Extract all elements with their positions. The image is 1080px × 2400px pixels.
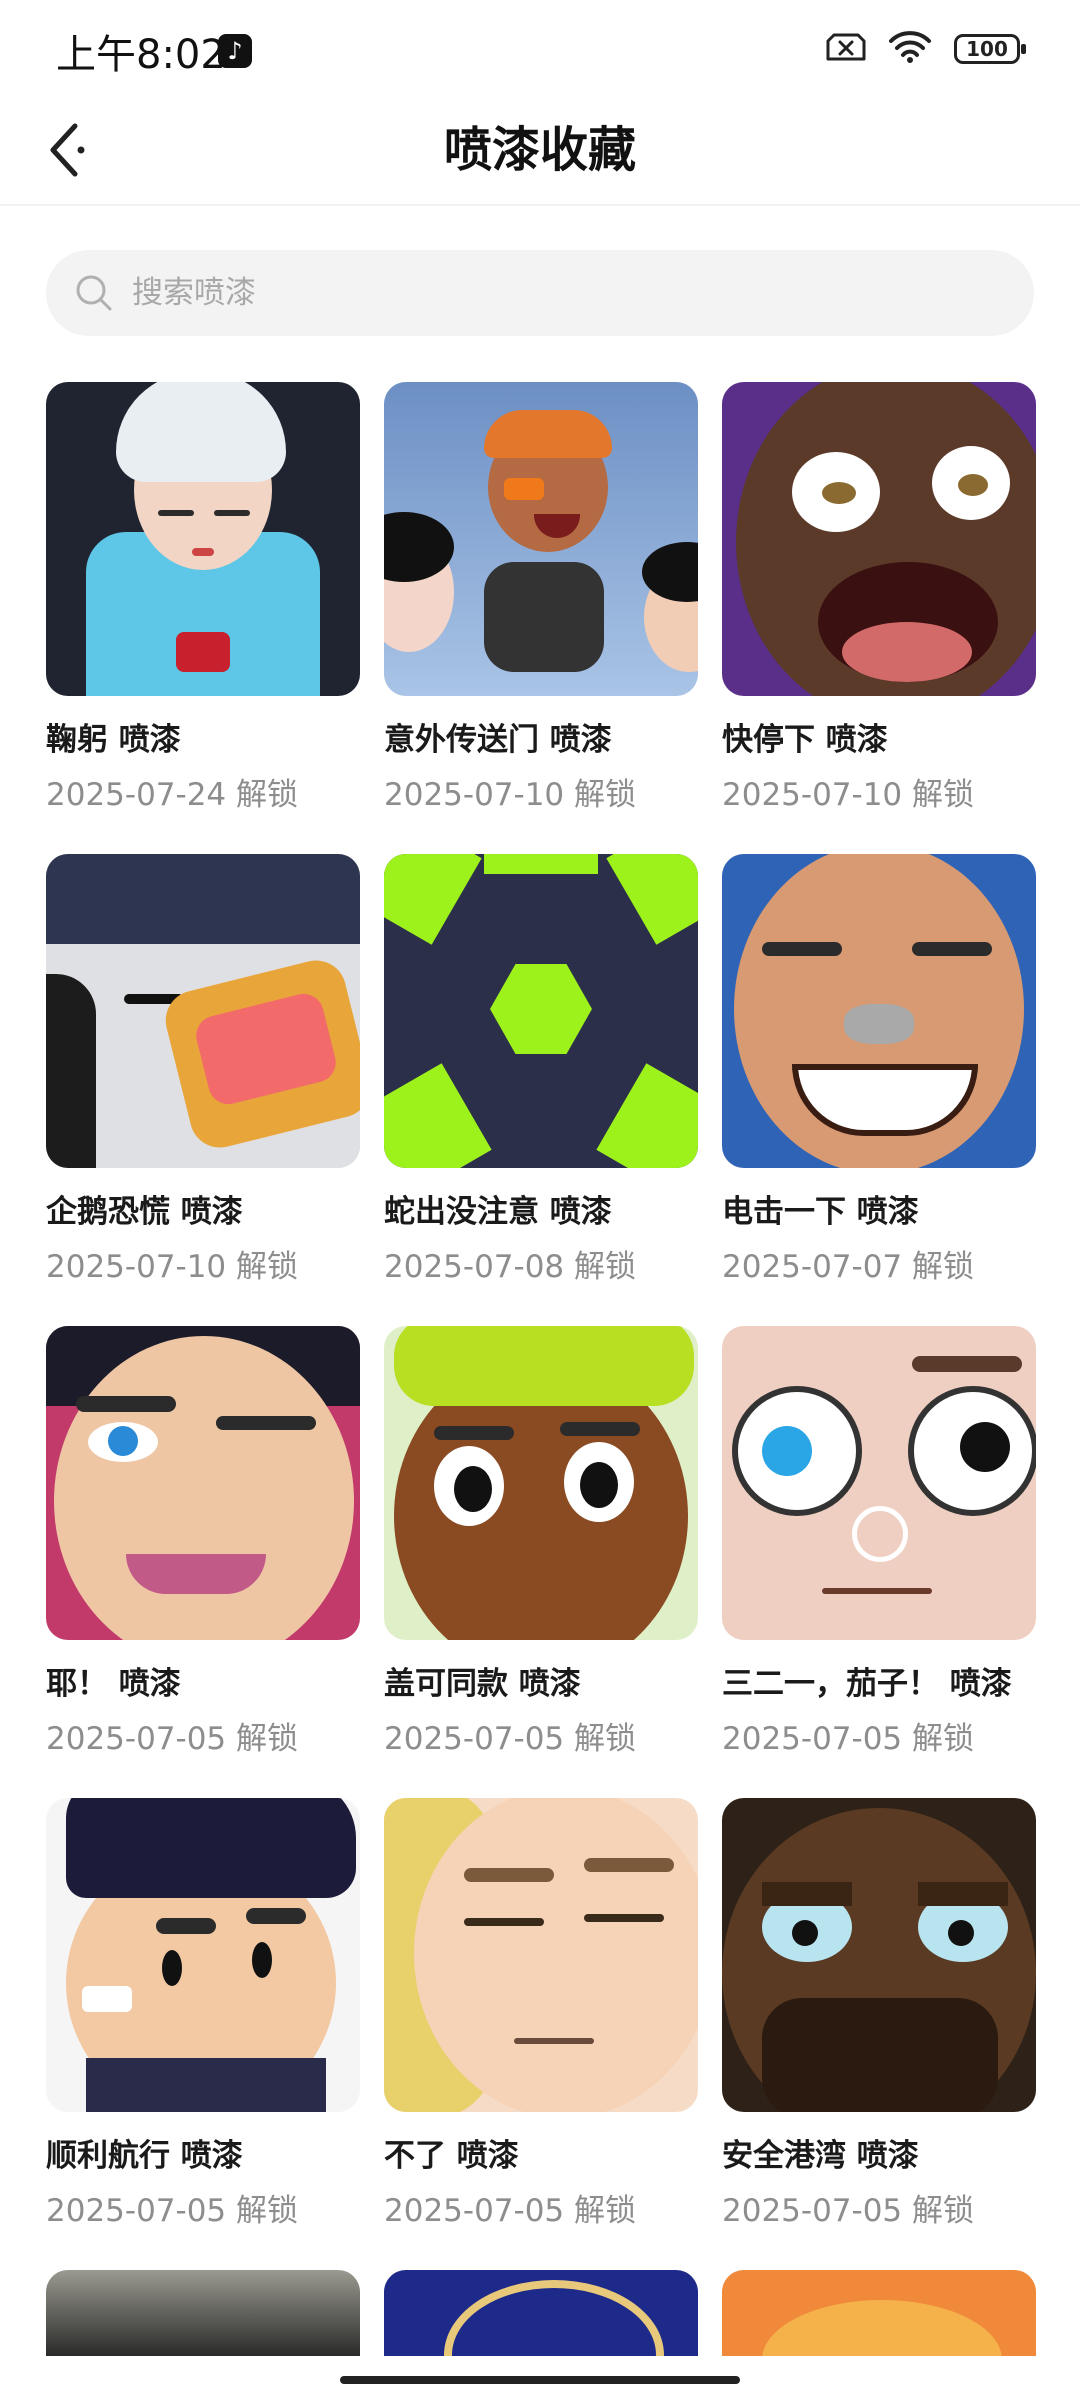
spray-unlock-date: 2025-07-05 解锁 <box>722 2193 975 2229</box>
spray-card[interactable]: 企鹅恐慌 喷漆 2025-07-10 解锁 <box>46 854 360 1286</box>
spray-name: 快停下 喷漆 <box>722 722 888 758</box>
no-sim-icon <box>826 31 866 67</box>
spray-thumbnail <box>384 2270 698 2356</box>
spray-card[interactable]: 不了 喷漆 2025-07-05 解锁 <box>384 1798 698 2230</box>
spray-name: 三二一，茄子！ 喷漆 <box>722 1666 1012 1702</box>
spray-card[interactable]: 电击一下 喷漆 2025-07-07 解锁 <box>722 854 1036 1286</box>
spray-thumbnail <box>722 854 1036 1168</box>
spray-card[interactable]: 蛇出没注意 喷漆 2025-07-08 解锁 <box>384 854 698 1286</box>
spray-name: 鞠躬 喷漆 <box>46 722 181 758</box>
spray-thumbnail <box>722 2270 1036 2356</box>
spray-thumbnail <box>46 1798 360 2112</box>
spray-unlock-date: 2025-07-10 解锁 <box>46 1249 299 1285</box>
spray-thumbnail <box>384 1326 698 1640</box>
spray-unlock-date: 2025-07-10 解锁 <box>384 777 637 813</box>
battery-icon: 100 <box>954 34 1026 64</box>
spray-card[interactable]: 耶！ 喷漆 2025-07-05 解锁 <box>46 1326 360 1758</box>
search-icon <box>76 275 112 311</box>
spray-thumbnail <box>722 382 1036 696</box>
tiktok-notification-icon: ♪ <box>218 34 252 68</box>
search-bar[interactable] <box>46 250 1034 336</box>
spray-thumbnail <box>384 382 698 696</box>
spray-name: 企鹅恐慌 喷漆 <box>46 1194 243 1230</box>
spray-thumbnail <box>722 1798 1036 2112</box>
search-input[interactable] <box>130 274 994 312</box>
spray-card[interactable]: 顺利航行 喷漆 2025-07-05 解锁 <box>46 1798 360 2230</box>
spray-unlock-date: 2025-07-24 解锁 <box>46 777 299 813</box>
spray-name: 顺利航行 喷漆 <box>46 2138 243 2174</box>
spray-name: 耶！ 喷漆 <box>46 1666 181 1702</box>
spray-name: 安全港湾 喷漆 <box>722 2138 919 2174</box>
spray-card[interactable]: 盖可同款 喷漆 2025-07-05 解锁 <box>384 1326 698 1758</box>
spray-name: 意外传送门 喷漆 <box>384 722 612 758</box>
spray-thumbnail <box>46 382 360 696</box>
spray-thumbnail <box>384 854 698 1168</box>
spray-card[interactable]: 意外传送门 喷漆 2025-07-10 解锁 <box>384 382 698 814</box>
spray-unlock-date: 2025-07-10 解锁 <box>722 777 975 813</box>
spray-thumbnail <box>384 1798 698 2112</box>
status-bar: 上午8:02 ♪ 100 <box>0 0 1080 96</box>
spray-thumbnail <box>46 2270 360 2356</box>
spray-thumbnail <box>46 1326 360 1640</box>
spray-name: 不了 喷漆 <box>384 2138 519 2174</box>
spray-card[interactable] <box>722 2270 1036 2356</box>
spray-unlock-date: 2025-07-05 解锁 <box>384 1721 637 1757</box>
spray-unlock-date: 2025-07-05 解锁 <box>46 2193 299 2229</box>
spray-unlock-date: 2025-07-08 解锁 <box>384 1249 637 1285</box>
spray-unlock-date: 2025-07-05 解锁 <box>722 1721 975 1757</box>
status-time: 上午8:02 <box>56 32 226 78</box>
spray-unlock-date: 2025-07-05 解锁 <box>46 1721 299 1757</box>
spray-thumbnail <box>46 854 360 1168</box>
spray-card[interactable]: 三二一，茄子！ 喷漆 2025-07-05 解锁 <box>722 1326 1036 1758</box>
spray-card[interactable]: 安全港湾 喷漆 2025-07-05 解锁 <box>722 1798 1036 2230</box>
spray-card[interactable] <box>384 2270 698 2356</box>
status-icons: 100 <box>826 30 1026 68</box>
spray-card[interactable] <box>46 2270 360 2356</box>
spray-name: 蛇出没注意 喷漆 <box>384 1194 612 1230</box>
spray-card[interactable]: 鞠躬 喷漆 2025-07-24 解锁 <box>46 382 360 814</box>
top-app-bar: 喷漆收藏 <box>0 96 1080 206</box>
wifi-icon <box>888 30 932 68</box>
home-indicator[interactable] <box>340 2376 740 2384</box>
spray-unlock-date: 2025-07-07 解锁 <box>722 1249 975 1285</box>
spray-thumbnail <box>722 1326 1036 1640</box>
page-title: 喷漆收藏 <box>443 122 636 178</box>
spray-unlock-date: 2025-07-05 解锁 <box>384 2193 637 2229</box>
spray-name: 盖可同款 喷漆 <box>384 1666 581 1702</box>
spray-name: 电击一下 喷漆 <box>722 1194 919 1230</box>
spray-card[interactable]: 快停下 喷漆 2025-07-10 解锁 <box>722 382 1036 814</box>
